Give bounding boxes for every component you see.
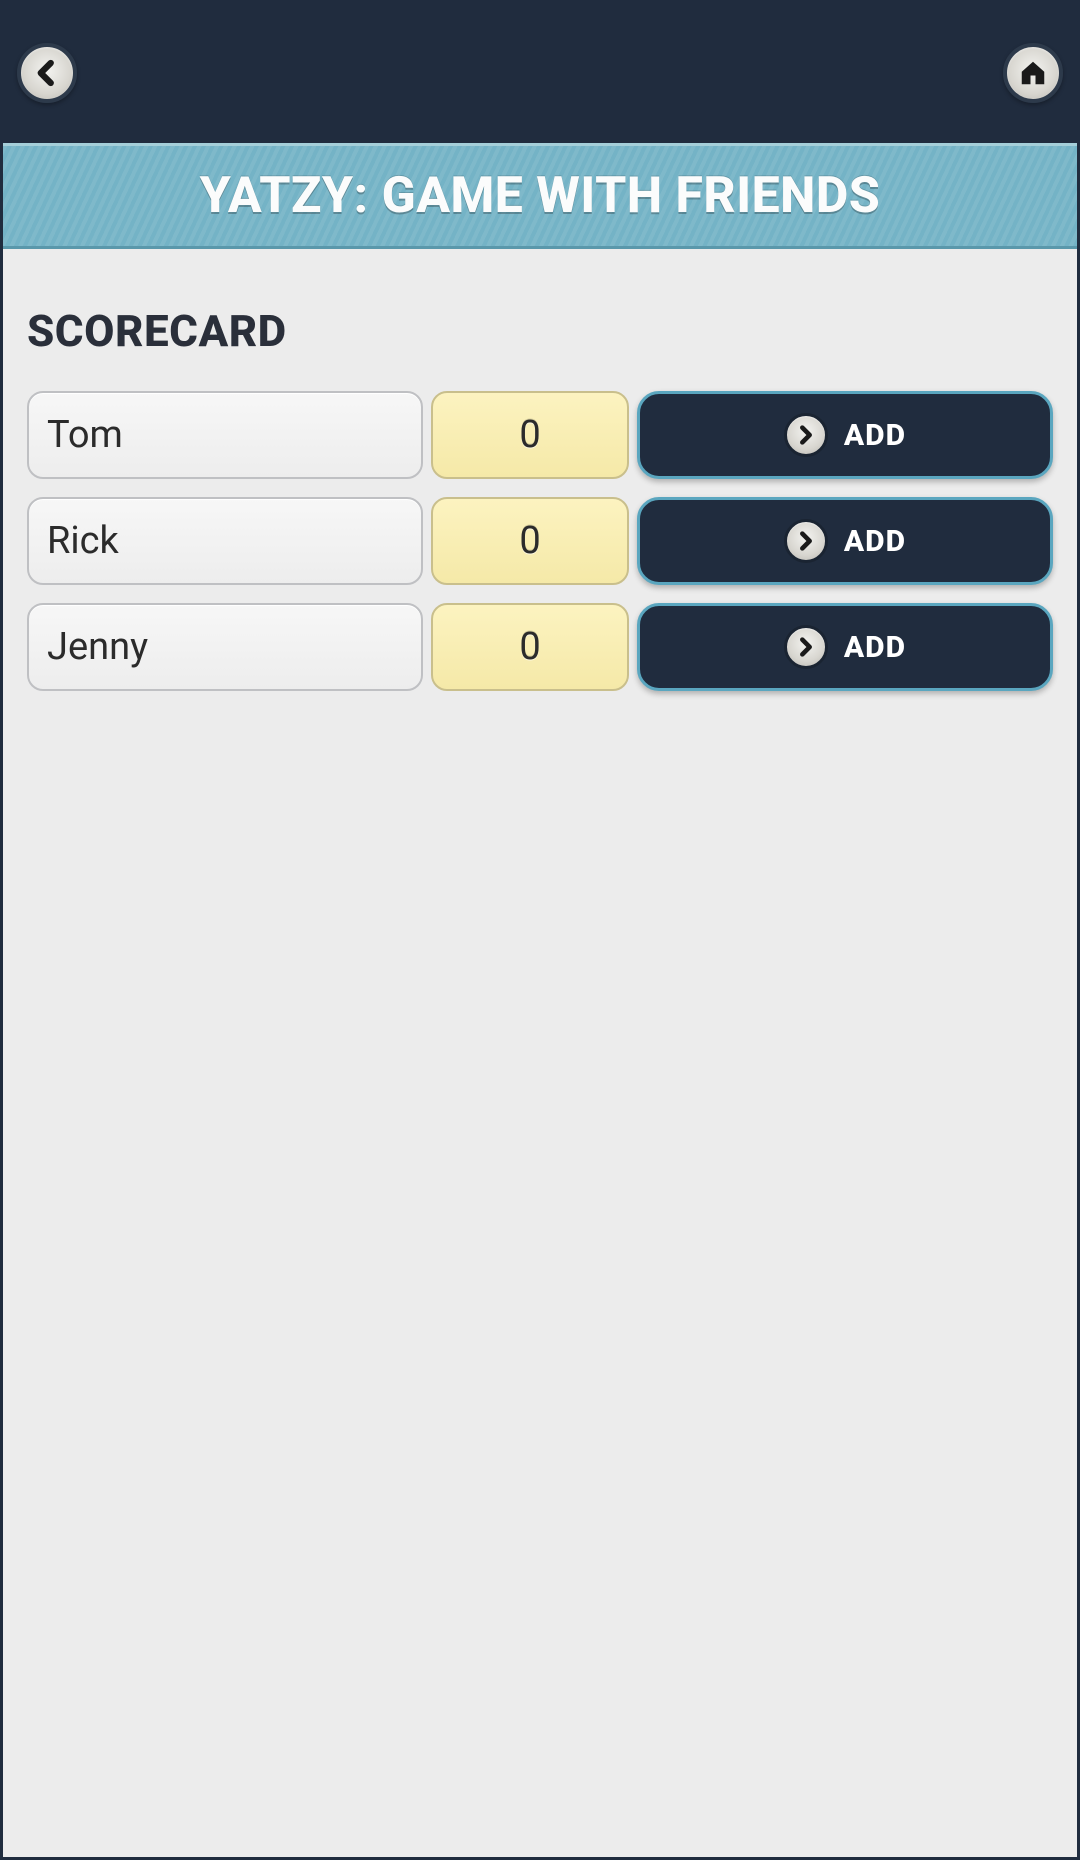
- player-name: Tom: [47, 413, 123, 457]
- player-name-field[interactable]: Tom: [27, 391, 423, 479]
- player-name: Rick: [47, 519, 119, 563]
- player-score: 0: [519, 413, 540, 457]
- player-name: Jenny: [47, 625, 148, 669]
- back-button[interactable]: [17, 43, 77, 103]
- player-row: Jenny 0 ADD: [27, 603, 1053, 691]
- add-button[interactable]: ADD: [637, 603, 1053, 691]
- add-button-label: ADD: [844, 630, 906, 665]
- title-banner: YATZY: GAME WITH FRIENDS: [3, 143, 1077, 249]
- chevron-right-icon: [784, 519, 828, 563]
- add-button[interactable]: ADD: [637, 391, 1053, 479]
- player-score: 0: [519, 625, 540, 669]
- chevron-right-icon: [784, 413, 828, 457]
- chevron-left-icon: [32, 58, 62, 88]
- home-button[interactable]: [1003, 43, 1063, 103]
- add-button-label: ADD: [844, 524, 906, 559]
- page-title: YATZY: GAME WITH FRIENDS: [200, 167, 881, 225]
- player-score: 0: [519, 519, 540, 563]
- player-name-field[interactable]: Jenny: [27, 603, 423, 691]
- add-button[interactable]: ADD: [637, 497, 1053, 585]
- player-score-field[interactable]: 0: [431, 603, 629, 691]
- player-name-field[interactable]: Rick: [27, 497, 423, 585]
- player-row: Rick 0 ADD: [27, 497, 1053, 585]
- content: SCORECARD Tom 0 ADD Rick 0: [3, 249, 1077, 691]
- chevron-right-icon: [784, 625, 828, 669]
- player-row: Tom 0 ADD: [27, 391, 1053, 479]
- scorecard-rows: Tom 0 ADD Rick 0 ADD: [27, 391, 1053, 691]
- player-score-field[interactable]: 0: [431, 391, 629, 479]
- home-icon: [1018, 58, 1048, 88]
- section-title: SCORECARD: [27, 305, 1053, 357]
- top-bar: [3, 3, 1077, 143]
- add-button-label: ADD: [844, 418, 906, 453]
- player-score-field[interactable]: 0: [431, 497, 629, 585]
